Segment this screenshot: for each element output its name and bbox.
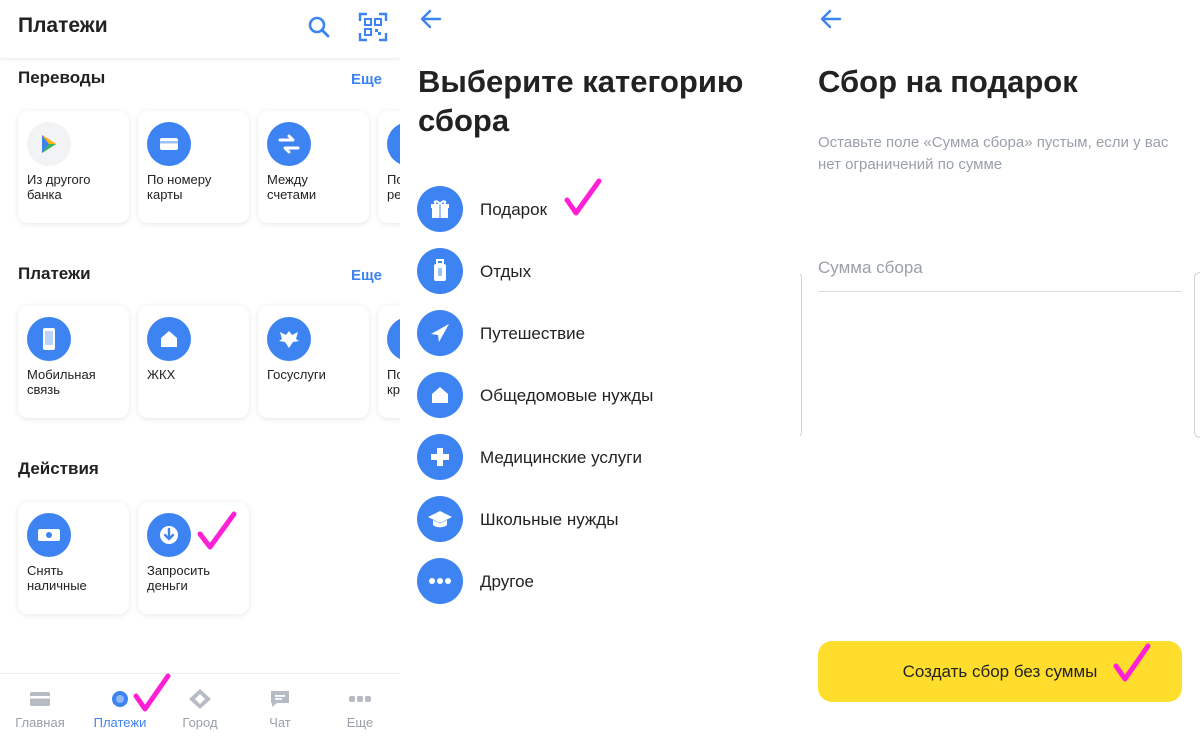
bank-transfer-icon — [27, 122, 71, 166]
tile-label: Из другого банка — [27, 172, 91, 202]
search-icon[interactable] — [306, 14, 332, 40]
category-label: Путешествие — [480, 324, 586, 343]
more-dots-icon — [417, 558, 463, 604]
payments-screen: Платежи Переводы Еще Из другого банка По… — [0, 0, 400, 743]
gift-icon — [417, 186, 463, 232]
category-medical[interactable]: Медицинские услуги — [417, 434, 787, 484]
nav-item-home[interactable]: Главная — [0, 674, 80, 743]
tile-label: Снять наличные — [27, 563, 87, 593]
section-title-transfers: Переводы — [18, 68, 106, 87]
category-label: Школьные нужды — [480, 510, 619, 529]
credit-icon — [387, 317, 400, 361]
tile-gosuslugi[interactable]: Госуслуги — [258, 306, 369, 418]
page-title: Сбор на подарок — [818, 64, 1078, 99]
tile-withdraw-cash[interactable]: Снять наличные — [18, 502, 129, 614]
cash-icon — [27, 513, 71, 557]
category-label: Медицинские услуги — [480, 448, 643, 467]
checkmark-icon — [564, 178, 602, 216]
tile-label: Мобильная связь — [27, 367, 96, 397]
graduation-cap-icon — [417, 496, 463, 542]
city-icon — [189, 689, 211, 709]
nav-item-more[interactable]: Еще — [320, 674, 400, 743]
checkmark-icon — [1113, 643, 1151, 682]
category-household[interactable]: Общедомовые нужды — [417, 372, 787, 422]
tile-label: ЖКХ — [147, 367, 176, 382]
qr-scan-icon[interactable] — [358, 12, 388, 42]
transfers-more-link[interactable]: Еще — [351, 71, 382, 88]
payments-row: Мобильная связь ЖКХ Госуслуги По кр — [18, 306, 400, 418]
tile-label: Между счетами — [267, 172, 317, 202]
transfers-row: Из другого банка По номеру карты Между с… — [18, 111, 400, 223]
checkmark-icon — [133, 673, 171, 712]
gift-collection-screen: Сбор на подарок Оставьте поле «Сумма сбо… — [800, 0, 1200, 743]
card-icon — [147, 122, 191, 166]
payments-header: Платежи — [0, 0, 400, 58]
phone-icon — [27, 317, 71, 361]
nav-label: Еще — [346, 715, 374, 730]
nav-label: Платежи — [93, 715, 147, 730]
nav-label: Город — [182, 715, 218, 730]
screen-edge — [1194, 272, 1200, 438]
category-label: Подарок — [480, 200, 548, 219]
home-card-icon — [30, 692, 50, 706]
tile-credit[interactable]: По кр — [378, 306, 400, 418]
section-title-payments: Платежи — [18, 264, 91, 283]
checkmark-icon — [197, 511, 237, 550]
tile-other-bank[interactable]: Из другого банка — [18, 111, 129, 223]
tile-label: По ре — [387, 172, 400, 202]
nav-item-city[interactable]: Город — [160, 674, 240, 743]
emblem-icon — [267, 317, 311, 361]
tile-label: По кр — [387, 367, 400, 397]
payments-dot-icon — [112, 691, 128, 707]
chat-icon — [271, 691, 289, 707]
tile-by-requisites[interactable]: По ре — [378, 111, 400, 223]
nav-label: Главная — [15, 715, 65, 730]
page-title: Платежи — [18, 14, 108, 37]
category-other[interactable]: Другое — [417, 558, 787, 608]
category-label: Другое — [480, 572, 535, 591]
category-screen: Выберите категорию сбора Подарок Отдых П… — [400, 0, 800, 743]
tile-mobile[interactable]: Мобильная связь — [18, 306, 129, 418]
back-arrow-icon[interactable] — [418, 6, 444, 32]
tile-label: Запросить деньги — [147, 563, 211, 593]
luggage-icon — [417, 248, 463, 294]
tile-label: Госуслуги — [267, 367, 326, 382]
more-dots-icon — [349, 696, 371, 702]
amount-input[interactable] — [818, 244, 1182, 292]
tile-housing[interactable]: ЖКХ — [138, 306, 249, 418]
medical-cross-icon — [417, 434, 463, 480]
section-title-actions: Действия — [18, 459, 99, 478]
download-arrow-icon — [147, 513, 191, 557]
airplane-icon — [417, 310, 463, 356]
category-label: Общедомовые нужды — [480, 386, 654, 405]
category-vacation[interactable]: Отдых — [417, 248, 787, 298]
category-school[interactable]: Школьные нужды — [417, 496, 787, 546]
category-travel[interactable]: Путешествие — [417, 310, 787, 360]
screen-edge — [800, 272, 802, 438]
nav-item-chat[interactable]: Чат — [240, 674, 320, 743]
bottom-nav: Главная Платежи Город Чат Еще — [0, 673, 400, 743]
requisites-icon — [387, 122, 400, 166]
house-icon — [147, 317, 191, 361]
house-icon — [417, 372, 463, 418]
category-label: Отдых — [480, 262, 532, 281]
nav-label: Чат — [269, 715, 291, 730]
page-title: Выберите категорию сбора — [418, 64, 744, 138]
back-arrow-icon[interactable] — [818, 6, 844, 32]
payments-more-link[interactable]: Еще — [351, 267, 382, 284]
tile-by-card-number[interactable]: По номеру карты — [138, 111, 249, 223]
hint-text: Оставьте поле «Сумма сбора» пустым, если… — [818, 134, 1169, 173]
tile-between-accounts[interactable]: Между счетами — [258, 111, 369, 223]
tile-label: По номеру карты — [147, 172, 212, 202]
swap-arrows-icon — [267, 122, 311, 166]
